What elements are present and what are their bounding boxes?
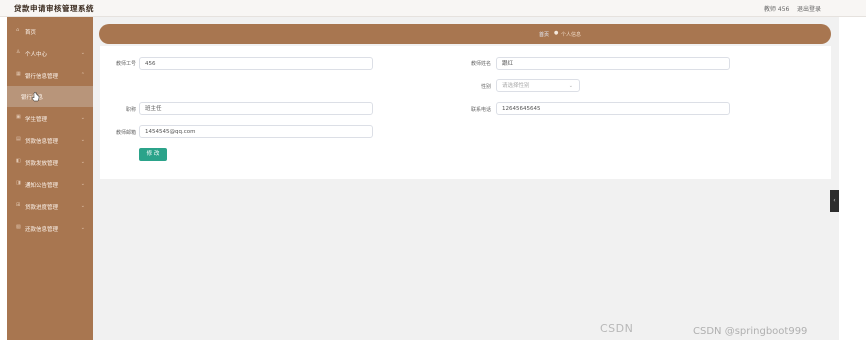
chevron-down-icon: ⌄ xyxy=(80,137,85,143)
chevron-down-icon: ⌄ xyxy=(80,225,85,231)
title-field[interactable]: 班主任 xyxy=(139,102,373,115)
sidebar-item-notice-management[interactable]: ◨ 通知公告管理 ⌄ xyxy=(7,174,93,195)
current-user-label: 教师 456 xyxy=(764,6,790,13)
phone-label: 联系电话 xyxy=(470,107,491,113)
chevron-up-icon: ⌃ xyxy=(80,72,85,78)
loan-progress-icon: ⊞ xyxy=(16,202,21,208)
sidebar-item-repayment-management[interactable]: ▧ 还款信息管理 ⌄ xyxy=(7,218,93,239)
sidebar-item-label: 还款信息管理 xyxy=(25,227,59,233)
teacher-name-label: 教师姓名 xyxy=(470,61,491,67)
chevron-down-icon: ⌄ xyxy=(80,203,85,209)
sidebar-item-label: 贷款发放管理 xyxy=(25,161,59,167)
chevron-down-icon: ⌄ xyxy=(568,83,573,89)
student-icon: ▣ xyxy=(16,114,21,120)
breadcrumb-home-link[interactable]: 首页 xyxy=(539,31,549,38)
teacher-id-field[interactable]: 456 xyxy=(139,57,373,70)
chevron-down-icon: ⌄ xyxy=(80,159,85,165)
phone-field[interactable]: 12645645645 xyxy=(496,102,730,115)
sidebar-item-label: 贷款进度管理 xyxy=(25,205,59,211)
home-icon: ⌂ xyxy=(16,27,20,33)
loan-release-icon: ◧ xyxy=(16,158,21,164)
csdn-watermark-text: CSDN @springboot999 xyxy=(693,326,808,337)
title-label: 职称 xyxy=(125,107,136,113)
sidebar-item-loan-release-management[interactable]: ◧ 贷款发放管理 ⌄ xyxy=(7,152,93,173)
teacher-id-label: 教师工号 xyxy=(115,61,136,67)
csdn-watermark-logo: CSDN xyxy=(600,322,634,335)
chevron-left-icon: ‹ xyxy=(833,197,836,204)
sidebar-subitem-bank-info[interactable]: 银行信息 xyxy=(7,86,93,107)
email-label: 教师邮箱 xyxy=(115,130,136,136)
modify-button[interactable]: 修 改 xyxy=(139,148,167,161)
breadcrumb-current: 个人信息 xyxy=(561,32,582,38)
sidebar-item-home[interactable]: ⌂ 首页 xyxy=(7,21,93,42)
bank-icon: ▦ xyxy=(16,71,21,77)
notice-icon: ◨ xyxy=(16,180,21,186)
logout-link[interactable]: 退出登录 xyxy=(797,4,821,13)
loan-info-icon: ▤ xyxy=(16,136,21,142)
sidebar-item-loan-info-management[interactable]: ▤ 贷款信息管理 ⌄ xyxy=(7,130,93,151)
sidebar-item-loan-progress-management[interactable]: ⊞ 贷款进度管理 ⌄ xyxy=(7,196,93,217)
sidebar-item-label: 首页 xyxy=(25,30,37,36)
hand-cursor-icon xyxy=(32,92,40,102)
email-field[interactable]: 1454545@qq.com xyxy=(139,125,373,138)
sidebar-item-label: 学生管理 xyxy=(25,117,48,123)
breadcrumb: 首页 ● 个人信息 xyxy=(99,24,831,44)
app-title: 贷款申请审核管理系统 xyxy=(14,4,94,13)
sidebar: ⌂ 首页 ♙ 个人中心 ⌄ ▦ 银行信息管理 ⌃ 银行信息 ▣ 学生管理 ⌄ ▤… xyxy=(7,17,93,340)
sidebar-item-label: 银行信息管理 xyxy=(25,74,59,80)
chevron-down-icon: ⌄ xyxy=(80,50,85,56)
teacher-name-field[interactable]: 跟红 xyxy=(496,57,730,70)
sidebar-item-label: 贷款信息管理 xyxy=(25,139,59,145)
breadcrumb-separator-icon: ● xyxy=(554,30,559,36)
sidebar-item-student-management[interactable]: ▣ 学生管理 ⌄ xyxy=(7,108,93,129)
sidebar-item-bank-management[interactable]: ▦ 银行信息管理 ⌃ xyxy=(7,65,93,86)
side-panel-toggle[interactable]: ‹ xyxy=(830,190,839,212)
user-icon: ♙ xyxy=(16,49,21,55)
sidebar-item-label: 通知公告管理 xyxy=(25,183,59,189)
sidebar-item-label: 个人中心 xyxy=(25,52,48,58)
sidebar-item-personal-center[interactable]: ♙ 个人中心 ⌄ xyxy=(7,43,93,64)
top-header: 贷款申请审核管理系统 教师 456 退出登录 xyxy=(0,0,866,17)
chevron-down-icon: ⌄ xyxy=(80,115,85,121)
gender-select[interactable]: 请选择性别 ⌄ xyxy=(496,79,580,92)
repayment-icon: ▧ xyxy=(16,224,21,230)
gender-select-placeholder: 请选择性别 xyxy=(502,83,530,89)
chevron-down-icon: ⌄ xyxy=(80,181,85,187)
gender-label: 性别 xyxy=(480,84,491,90)
